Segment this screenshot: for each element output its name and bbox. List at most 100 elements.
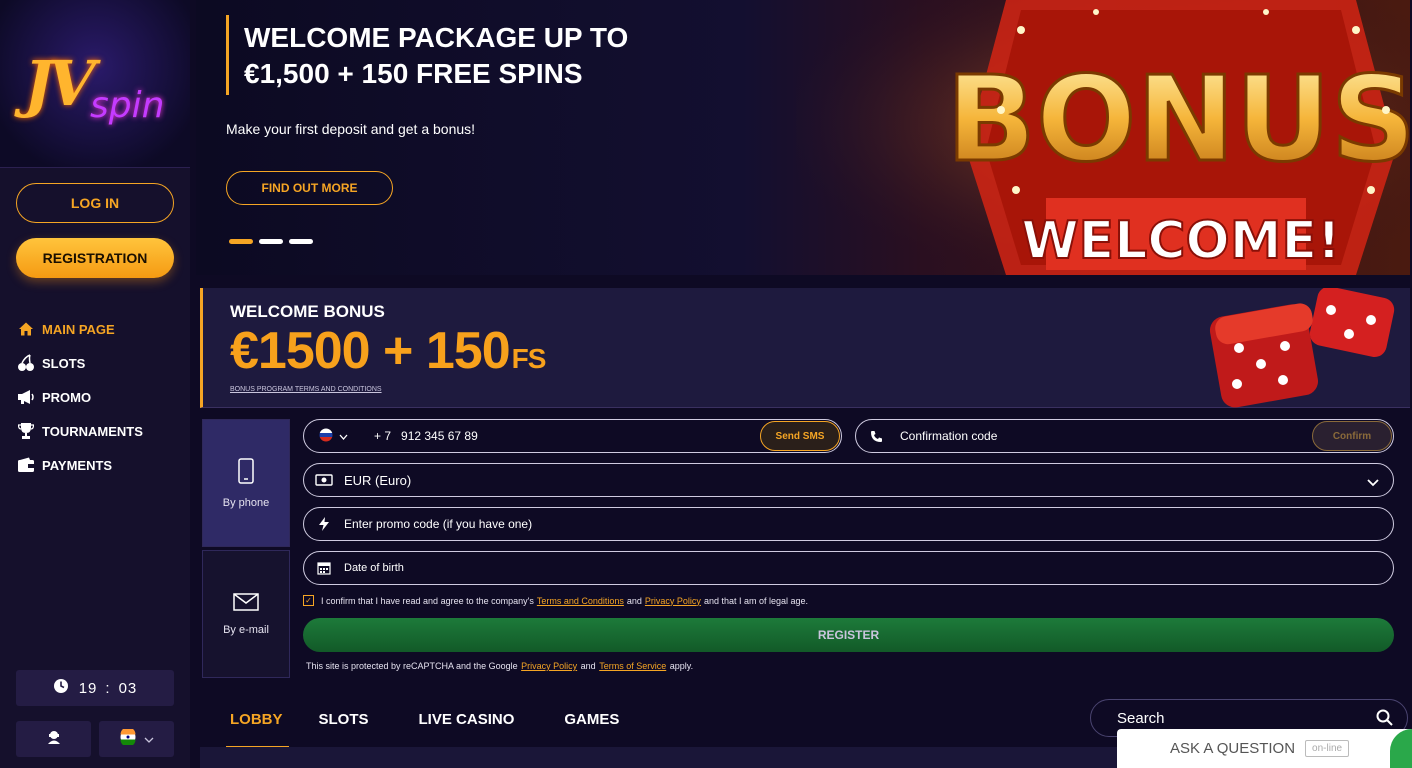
tab-by-email[interactable]: By e-mail (202, 550, 290, 678)
clock-separator: : (105, 679, 111, 697)
bonus-amount-value: €1500 + 150 (230, 322, 511, 380)
tab-label: By phone (222, 496, 270, 509)
chevron-down-icon (1367, 476, 1379, 490)
sidebar: JV spin LOG IN REGISTRATION MAIN PAGE SL… (0, 0, 190, 768)
calendar-icon (304, 561, 344, 575)
login-button[interactable]: LOG IN (16, 183, 174, 223)
bonus-label: WELCOME BONUS (230, 302, 385, 321)
cherry-icon (16, 353, 36, 373)
chevron-down-icon (144, 730, 154, 748)
tab-by-phone[interactable]: By phone (202, 419, 290, 547)
logo-text-sub: spin (90, 84, 165, 126)
sidebar-item-label: SLOTS (42, 355, 86, 371)
tab-slots[interactable]: SLOTS (299, 690, 389, 748)
confirm-button[interactable]: Confirm (1312, 421, 1392, 451)
clock-minutes: 03 (118, 679, 138, 697)
tab-label: By e-mail (223, 623, 269, 636)
sidebar-item-label: TOURNAMENTS (42, 423, 143, 439)
tab-live-casino[interactable]: LIVE CASINO (399, 690, 535, 748)
date-of-birth-field[interactable]: Date of birth (303, 551, 1394, 585)
country-selector[interactable] (319, 428, 348, 445)
bonus-amount-suffix: FS (511, 343, 547, 374)
sidebar-item-label: PROMO (42, 389, 92, 405)
megaphone-icon (16, 387, 36, 407)
phone-field[interactable]: + 7 912 345 67 89 Send SMS (303, 419, 842, 453)
search-icon[interactable] (1376, 709, 1393, 730)
trophy-icon (16, 421, 36, 441)
banknote-icon (304, 474, 344, 486)
agree-text-prefix: I confirm that I have read and agree to … (321, 595, 534, 606)
terms-link[interactable]: Terms and Conditions (537, 596, 624, 606)
find-out-more-button[interactable]: FIND OUT MORE (226, 171, 393, 205)
search-placeholder: Search (1117, 709, 1165, 727)
privacy-policy-link[interactable]: Privacy Policy (645, 596, 701, 606)
date-of-birth-input[interactable]: Date of birth (344, 562, 404, 574)
sidebar-item-promo[interactable]: PROMO (16, 380, 143, 414)
phone-number-input[interactable]: 912 345 67 89 (401, 429, 478, 443)
sidebar-nav: MAIN PAGE SLOTS PROMO TOURNAMENTS PAYMEN… (16, 312, 143, 482)
ask-question-label: ASK A QUESTION (1170, 740, 1296, 757)
terms-agreement: ✓ I confirm that I have read and agree t… (303, 595, 808, 606)
agree-and-text: and (626, 595, 642, 606)
sidebar-item-slots[interactable]: SLOTS (16, 346, 143, 380)
recaptcha-notice: This site is protected by reCAPTCHA and … (306, 661, 693, 671)
bonus-amount: €1500 + 150FS (230, 321, 547, 381)
home-icon (16, 319, 36, 339)
game-category-tabs: LOBBY SLOTS LIVE CASINO GAMES (200, 690, 639, 748)
support-agent-button[interactable] (16, 721, 91, 757)
art-text-bonus: BONUS (946, 50, 1410, 188)
dice-illustration (1209, 288, 1395, 408)
hero-title: WELCOME PACKAGE UP TO €1,500 + 150 FREE … (244, 22, 629, 89)
support-agent-icon (46, 729, 62, 750)
bonus-terms-link[interactable]: BONUS PROGRAM TERMS AND CONDITIONS (230, 386, 382, 393)
captcha-terms-link[interactable]: Terms of Service (599, 661, 666, 671)
register-button[interactable]: REGISTER (303, 618, 1394, 652)
sidebar-item-payments[interactable]: PAYMENTS (16, 448, 143, 482)
mail-icon (233, 592, 259, 614)
currency-value: EUR (Euro) (344, 472, 412, 488)
logo-text-main: JV (24, 46, 95, 120)
agree-checkbox[interactable]: ✓ (303, 595, 314, 606)
hero-accent-bar (226, 15, 229, 95)
chevron-down-icon (339, 429, 348, 443)
sidebar-item-tournaments[interactable]: TOURNAMENTS (16, 414, 143, 448)
sidebar-item-label: PAYMENTS (42, 457, 113, 473)
hero-subtitle: Make your first deposit and get a bonus! (226, 121, 476, 137)
send-sms-button[interactable]: Send SMS (760, 421, 840, 451)
currency-select[interactable]: EUR (Euro) (303, 463, 1394, 497)
slider-dots (229, 239, 313, 244)
welcome-bonus-banner: WELCOME BONUS €1500 + 150FS BONUS PROGRA… (200, 288, 1410, 408)
captcha-privacy-link[interactable]: Privacy Policy (521, 661, 577, 671)
russia-flag-icon (319, 428, 333, 445)
phone-handset-icon (856, 430, 896, 443)
chat-expand-icon[interactable] (1390, 729, 1412, 768)
promo-code-input[interactable]: Enter promo code (if you have one) (344, 517, 532, 531)
clock: 19 : 03 (16, 670, 174, 706)
promo-code-field[interactable]: Enter promo code (if you have one) (303, 507, 1394, 541)
phone-prefix: + 7 (374, 429, 392, 443)
clock-hours: 19 (78, 679, 98, 697)
logo-area: JV spin (0, 0, 190, 168)
sidebar-item-main-page[interactable]: MAIN PAGE (16, 312, 143, 346)
wallet-icon (16, 455, 36, 475)
logo[interactable]: JV spin (20, 39, 170, 129)
confirmation-code-input[interactable]: Confirmation code (900, 429, 997, 443)
art-text-welcome: WELCOME! (1021, 211, 1340, 271)
tab-lobby[interactable]: LOBBY (210, 690, 289, 748)
sidebar-item-label: MAIN PAGE (42, 321, 115, 337)
india-flag-icon (120, 726, 136, 750)
slider-dot[interactable] (229, 239, 253, 244)
slider-dot[interactable] (289, 239, 313, 244)
ask-question-widget[interactable]: ASK A QUESTION on-line (1117, 729, 1412, 768)
lightning-icon (304, 517, 344, 531)
online-status-badge: on-line (1305, 740, 1350, 757)
registration-button[interactable]: REGISTRATION (16, 238, 174, 278)
bonus-welcome-illustration: BONUS WELCOME! (796, 0, 1410, 275)
language-selector[interactable] (99, 721, 174, 757)
captcha-text-prefix: This site is protected by reCAPTCHA and … (306, 661, 518, 671)
captcha-text-suffix: apply. (669, 661, 694, 671)
slider-dot[interactable] (259, 239, 283, 244)
tab-games[interactable]: GAMES (544, 690, 639, 748)
captcha-and-text: and (580, 661, 596, 671)
confirmation-code-field[interactable]: Confirmation code Confirm (855, 419, 1394, 453)
